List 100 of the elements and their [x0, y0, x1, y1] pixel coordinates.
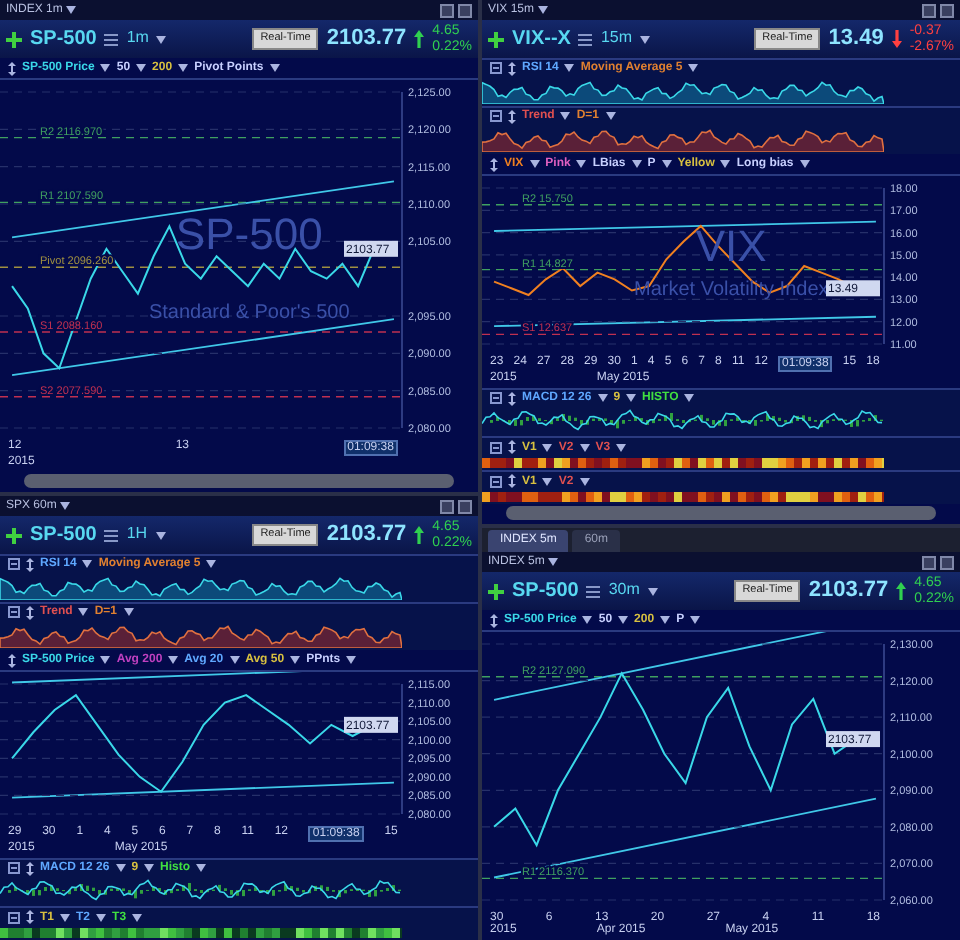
caret-icon[interactable]	[542, 443, 553, 451]
caret-icon[interactable]	[269, 64, 280, 72]
menu-icon[interactable]	[104, 33, 119, 45]
move-icon[interactable]	[8, 61, 16, 75]
collapse-icon[interactable]	[490, 475, 502, 487]
caret-icon[interactable]	[626, 394, 637, 402]
move-icon[interactable]	[26, 861, 34, 875]
caret-icon[interactable]	[605, 112, 616, 120]
caret-icon[interactable]	[60, 913, 71, 921]
last-price: 2103.77	[326, 522, 407, 548]
move-icon[interactable]	[490, 157, 498, 171]
caret-icon[interactable]	[579, 477, 590, 485]
restore-button[interactable]	[922, 3, 936, 17]
close-button[interactable]	[940, 3, 954, 17]
restore-button[interactable]	[922, 555, 936, 569]
plus-icon[interactable]	[6, 31, 22, 47]
caret-icon[interactable]	[576, 160, 587, 168]
move-icon[interactable]	[508, 391, 516, 405]
collapse-icon[interactable]	[8, 862, 20, 874]
caret-icon[interactable]	[529, 160, 540, 168]
caret-icon[interactable]	[647, 587, 658, 595]
symbol-name[interactable]: SP-500	[30, 524, 97, 546]
caret-icon[interactable]	[136, 64, 147, 72]
caret-icon[interactable]	[564, 64, 575, 72]
interval-label[interactable]: 1m	[126, 30, 149, 48]
caret-icon[interactable]	[631, 160, 642, 168]
caret-icon[interactable]	[156, 35, 167, 43]
move-icon[interactable]	[26, 557, 34, 571]
menu-icon[interactable]	[104, 529, 119, 541]
scrollbar[interactable]	[24, 474, 454, 488]
move-icon[interactable]	[8, 653, 16, 667]
move-icon[interactable]	[26, 910, 34, 924]
symbol-name[interactable]: SP-500	[512, 580, 579, 602]
last-price: 2103.77	[326, 26, 407, 52]
symbol-name[interactable]: VIX--X	[512, 28, 571, 50]
move-icon[interactable]	[508, 61, 516, 75]
caret-icon[interactable]	[542, 477, 553, 485]
interval-label[interactable]: 15m	[600, 30, 633, 48]
caret-icon[interactable]	[96, 913, 107, 921]
caret-icon[interactable]	[597, 394, 608, 402]
move-icon[interactable]	[490, 613, 498, 627]
close-button[interactable]	[458, 3, 472, 17]
collapse-icon[interactable]	[8, 911, 20, 923]
plus-icon[interactable]	[488, 583, 504, 599]
caret-icon[interactable]	[346, 656, 357, 664]
interval-label[interactable]: 30m	[608, 582, 640, 600]
symbol-name[interactable]: SP-500	[30, 28, 97, 50]
restore-button[interactable]	[440, 3, 454, 17]
caret-icon[interactable]	[660, 616, 671, 624]
scrollbar[interactable]	[506, 506, 936, 520]
caret-icon[interactable]	[640, 35, 651, 43]
caret-icon[interactable]	[178, 64, 189, 72]
restore-button[interactable]	[440, 499, 454, 513]
caret-icon[interactable]	[168, 656, 179, 664]
caret-icon[interactable]	[123, 608, 134, 616]
caret-icon[interactable]	[206, 560, 217, 568]
caret-icon[interactable]	[290, 656, 301, 664]
caret-icon[interactable]	[618, 616, 629, 624]
caret-icon[interactable]	[720, 160, 731, 168]
caret-icon[interactable]	[582, 616, 593, 624]
caret-icon[interactable]	[560, 112, 571, 120]
move-icon[interactable]	[508, 109, 516, 123]
close-button[interactable]	[458, 499, 472, 513]
menu-icon[interactable]	[586, 585, 601, 597]
caret-icon[interactable]	[690, 616, 701, 624]
caret-icon[interactable]	[100, 64, 111, 72]
caret-icon[interactable]	[538, 6, 549, 14]
caret-icon[interactable]	[196, 864, 207, 872]
caret-icon[interactable]	[548, 558, 559, 566]
move-icon[interactable]	[26, 605, 34, 619]
caret-icon[interactable]	[684, 394, 695, 402]
plus-icon[interactable]	[488, 31, 504, 47]
collapse-icon[interactable]	[490, 392, 502, 404]
collapse-icon[interactable]	[8, 606, 20, 618]
caret-icon[interactable]	[229, 656, 240, 664]
caret-icon[interactable]	[115, 864, 126, 872]
caret-icon[interactable]	[799, 160, 810, 168]
collapse-icon[interactable]	[8, 558, 20, 570]
collapse-icon[interactable]	[490, 110, 502, 122]
caret-icon[interactable]	[688, 64, 699, 72]
caret-icon[interactable]	[579, 443, 590, 451]
move-icon[interactable]	[508, 440, 516, 454]
interval-label[interactable]: 1H	[126, 526, 148, 544]
caret-icon[interactable]	[155, 531, 166, 539]
watermark-text: Market Volatility Index	[633, 278, 829, 301]
collapse-icon[interactable]	[490, 62, 502, 74]
caret-icon[interactable]	[144, 864, 155, 872]
menu-icon[interactable]	[578, 33, 593, 45]
plus-icon[interactable]	[6, 527, 22, 543]
collapse-icon[interactable]	[490, 441, 502, 453]
close-button[interactable]	[940, 555, 954, 569]
caret-icon[interactable]	[60, 502, 71, 510]
caret-icon[interactable]	[661, 160, 672, 168]
caret-icon[interactable]	[66, 6, 77, 14]
move-icon[interactable]	[508, 474, 516, 488]
caret-icon[interactable]	[78, 608, 89, 616]
caret-icon[interactable]	[616, 443, 627, 451]
caret-icon[interactable]	[82, 560, 93, 568]
caret-icon[interactable]	[100, 656, 111, 664]
caret-icon[interactable]	[132, 913, 143, 921]
